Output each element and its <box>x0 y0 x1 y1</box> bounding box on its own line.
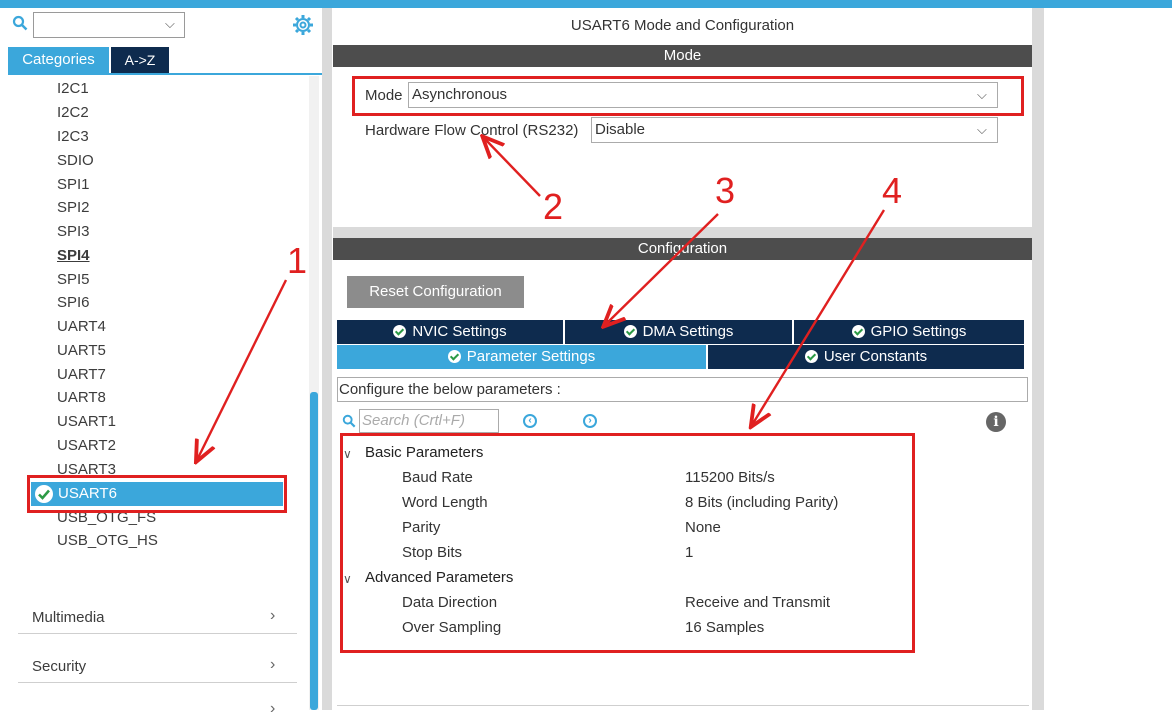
annotation-arrow-4 <box>752 209 886 425</box>
annotation-arrow-1 <box>197 279 288 460</box>
annotation-arrow-2 <box>484 138 541 197</box>
annotation-arrows <box>0 0 886 710</box>
annotation-arrow-3 <box>605 213 719 325</box>
